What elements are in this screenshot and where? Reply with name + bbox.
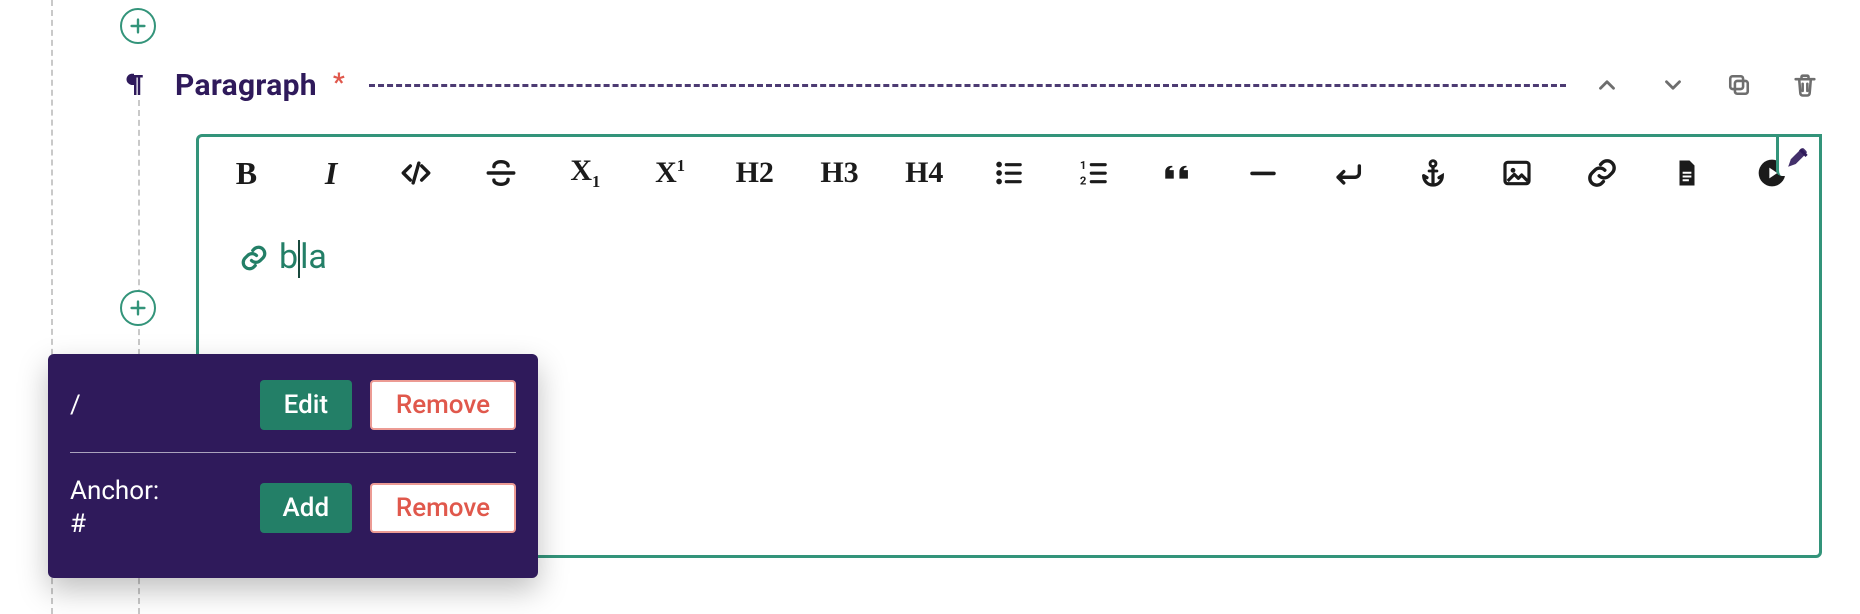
block-header: Paragraph * [117,62,1822,108]
h2-button[interactable]: H2 [735,152,774,194]
paragraph-icon [117,68,151,102]
h4-button[interactable]: H4 [905,152,944,194]
italic-button[interactable]: I [312,152,351,194]
link-text-after: la [300,237,327,277]
h3-button[interactable]: H3 [820,152,859,194]
link-text-before: b [279,237,298,277]
link-icon [239,243,269,273]
svg-text:2: 2 [1080,173,1087,187]
image-button[interactable] [1498,152,1537,194]
link-url-label: / [70,389,242,422]
link-edit-popover: / Edit Remove Anchor: # Add Remove [48,354,538,578]
ordered-list-button[interactable]: 12 [1074,152,1113,194]
add-block-button-top[interactable] [120,8,156,44]
add-anchor-button[interactable]: Add [260,483,352,533]
subscript-button[interactable]: X1 [566,152,605,194]
horizontal-rule-button[interactable] [1244,152,1283,194]
document-button[interactable] [1667,152,1706,194]
move-down-button[interactable] [1656,68,1690,102]
bold-button[interactable]: B [227,152,266,194]
delete-button[interactable] [1788,68,1822,102]
duplicate-button[interactable] [1722,68,1756,102]
code-button[interactable] [396,152,435,194]
edit-link-button[interactable]: Edit [260,380,352,430]
header-separator [369,84,1566,87]
popover-separator [70,452,516,453]
anchor-label: Anchor: # [70,475,242,540]
svg-text:1: 1 [1080,158,1087,172]
required-indicator: * [333,68,345,98]
move-up-button[interactable] [1590,68,1624,102]
anchor-button[interactable] [1413,152,1452,194]
block-type-label: Paragraph [175,68,317,103]
remove-anchor-button[interactable]: Remove [370,483,516,533]
remove-link-button[interactable]: Remove [370,380,516,430]
link-button[interactable] [1583,152,1622,194]
editor-settings-tab[interactable] [1776,134,1822,176]
superscript-button[interactable]: X1 [651,152,690,194]
strikethrough-button[interactable] [481,152,520,194]
editor-content[interactable]: bla [199,209,1819,310]
blockquote-button[interactable] [1159,152,1198,194]
line-break-button[interactable] [1329,152,1368,194]
editor-toolbar: B I X1 X1 H2 H3 H4 12 [199,137,1819,209]
link-text[interactable]: bla [239,237,327,278]
bullet-list-button[interactable] [990,152,1029,194]
add-block-button-side[interactable] [120,290,156,326]
